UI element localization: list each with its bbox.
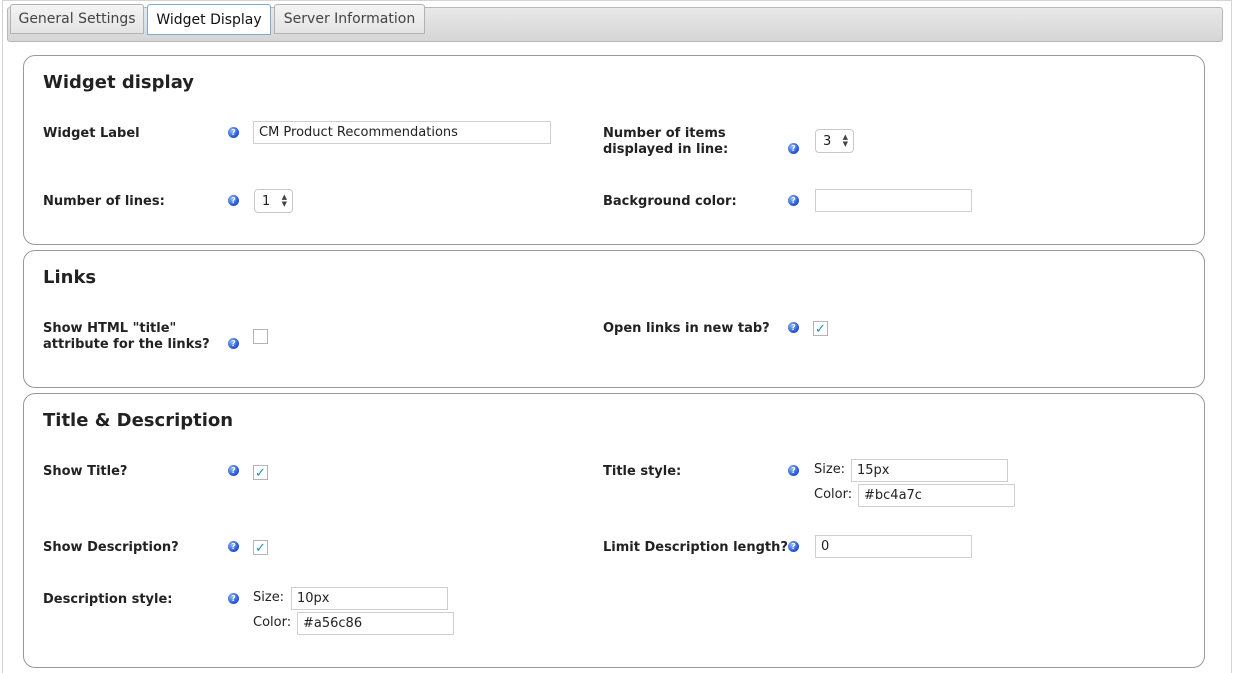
show-title-checkbox[interactable]: ✓ — [253, 465, 268, 480]
title-style-label: Title style: — [603, 464, 682, 479]
items-in-line-select[interactable]: 3 ▲ ▼ — [815, 129, 854, 153]
help-icon[interactable]: ? — [228, 338, 239, 349]
limit-description-input[interactable]: 0 — [815, 535, 972, 558]
checkmark-icon: ✓ — [815, 321, 826, 337]
title-size-label: Size: — [814, 462, 846, 477]
title-description-panel: Title & Description — [23, 393, 1205, 668]
tab-server-information[interactable]: Server Information — [274, 4, 425, 34]
background-color-input[interactable] — [815, 189, 972, 212]
description-color-label: Color: — [253, 615, 292, 630]
select-arrows-icon: ▲ ▼ — [842, 133, 848, 148]
lines-select[interactable]: 1 ▲ ▼ — [254, 189, 293, 213]
widget-label-input[interactable]: CM Product Recommendations — [253, 121, 551, 144]
items-in-line-label: Number of items displayed in line: — [603, 126, 729, 157]
help-icon[interactable]: ? — [788, 541, 799, 552]
title-color-label: Color: — [814, 487, 853, 502]
checkmark-icon: ✓ — [255, 540, 266, 556]
description-size-label: Size: — [253, 590, 285, 605]
lines-label: Number of lines: — [43, 194, 165, 209]
open-new-tab-checkbox[interactable]: ✓ — [813, 321, 828, 336]
help-icon[interactable]: ? — [788, 465, 799, 476]
title-color-input[interactable]: #bc4a7c — [858, 484, 1015, 507]
panel-title: Widget display — [43, 72, 195, 93]
tab-widget-display[interactable]: Widget Display — [147, 4, 271, 35]
show-title-attr-label: Show HTML "title" attribute for the link… — [43, 321, 210, 352]
checkmark-icon: ✓ — [255, 465, 266, 481]
panel-title: Title & Description — [43, 410, 234, 431]
help-icon[interactable]: ? — [228, 541, 239, 552]
help-icon[interactable]: ? — [228, 593, 239, 604]
background-color-label: Background color: — [603, 194, 737, 209]
description-size-input[interactable]: 10px — [291, 587, 448, 610]
help-icon[interactable]: ? — [788, 322, 799, 333]
help-icon[interactable]: ? — [228, 195, 239, 206]
help-icon[interactable]: ? — [228, 465, 239, 476]
show-title-label: Show Title? — [43, 464, 128, 479]
links-panel: Links — [23, 250, 1205, 388]
panel-title: Links — [43, 267, 97, 288]
tab-general-settings[interactable]: General Settings — [10, 4, 144, 34]
description-color-input[interactable]: #a56c86 — [297, 612, 454, 635]
open-new-tab-label: Open links in new tab? — [603, 321, 770, 336]
description-style-label: Description style: — [43, 592, 173, 607]
show-description-label: Show Description? — [43, 540, 179, 555]
help-icon[interactable]: ? — [228, 127, 239, 138]
title-size-input[interactable]: 15px — [851, 459, 1008, 482]
limit-description-label: Limit Description length? — [603, 540, 788, 555]
show-title-attr-checkbox[interactable] — [253, 329, 268, 344]
help-icon[interactable]: ? — [788, 195, 799, 206]
show-description-checkbox[interactable]: ✓ — [253, 540, 268, 555]
select-arrows-icon: ▲ ▼ — [281, 193, 287, 208]
help-icon[interactable]: ? — [788, 143, 799, 154]
widget-label-label: Widget Label — [43, 126, 140, 141]
